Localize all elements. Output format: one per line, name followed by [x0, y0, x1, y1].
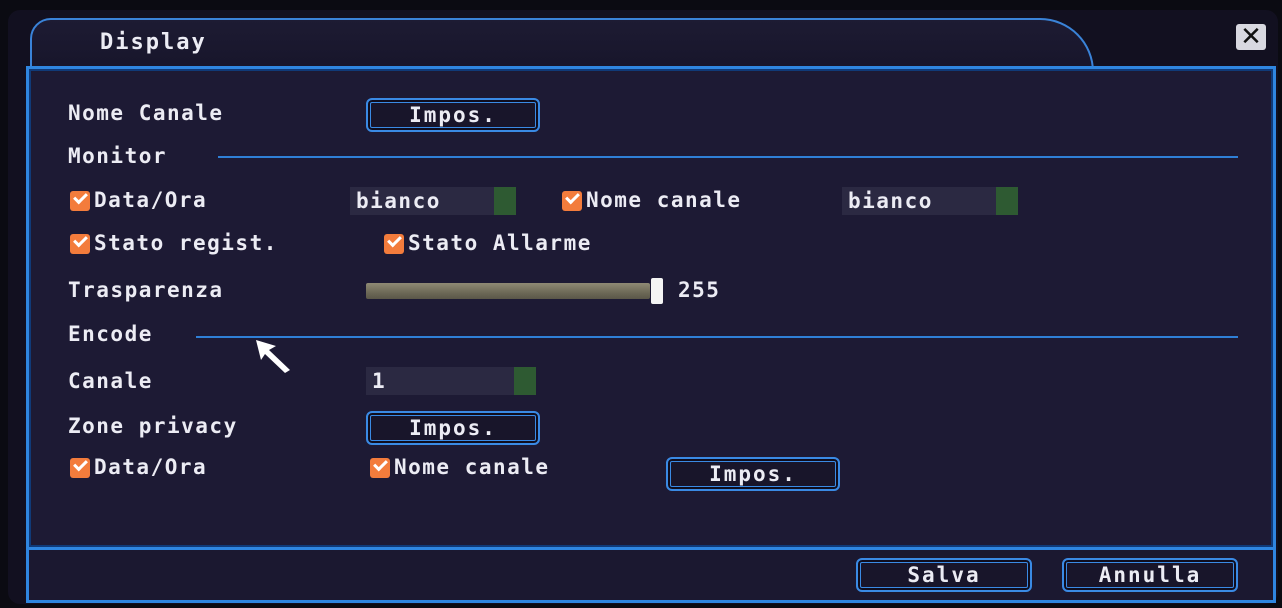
encode-channel-select[interactable]: 1: [366, 367, 536, 395]
monitor-channel-name-label: Nome canale: [586, 188, 742, 212]
dropdown-arrow-icon: [494, 187, 516, 215]
close-icon[interactable]: ✕: [1236, 24, 1266, 50]
monitor-channel-name-color-select[interactable]: bianco: [842, 187, 1018, 215]
privacy-zones-label: Zone privacy: [68, 414, 238, 438]
transparency-slider-track[interactable]: [366, 283, 650, 299]
transparency-slider-handle[interactable]: [651, 278, 663, 304]
monitor-datetime-color-select[interactable]: bianco: [350, 187, 516, 215]
mouse-pointer-icon: [256, 340, 290, 373]
alarm-status-checkbox[interactable]: [384, 234, 404, 254]
dropdown-arrow-icon: [996, 187, 1018, 215]
privacy-zones-setup-button[interactable]: Impos.: [366, 411, 540, 445]
dropdown-arrow-icon: [514, 367, 536, 395]
monitor-datetime-color-value: bianco: [356, 189, 441, 213]
encode-datetime-checkbox[interactable]: [70, 458, 90, 478]
encode-channel-name-label: Nome canale: [394, 455, 550, 479]
overlay-setup-button[interactable]: Impos.: [666, 457, 840, 491]
monitor-channel-name-color-value: bianco: [848, 189, 933, 213]
alarm-status-label: Stato Allarme: [408, 231, 592, 255]
channel-name-setup-button[interactable]: Impos.: [366, 98, 540, 132]
transparency-value: 255: [678, 278, 721, 302]
encode-channel-label: Canale: [68, 369, 153, 393]
dialog-title: Display: [100, 30, 207, 55]
monitor-channel-name-checkbox[interactable]: [562, 191, 582, 211]
cancel-button[interactable]: Annulla: [1062, 558, 1238, 592]
monitor-datetime-checkbox[interactable]: [70, 191, 90, 211]
transparency-label: Trasparenza: [68, 278, 224, 302]
encode-section-title: Encode: [68, 322, 153, 346]
settings-panel: [26, 66, 1276, 550]
save-button[interactable]: Salva: [856, 558, 1032, 592]
channel-name-label: Nome Canale: [68, 101, 224, 125]
monitor-divider: [218, 156, 1238, 158]
encode-datetime-label: Data/Ora: [94, 455, 208, 479]
encode-divider: [196, 336, 1238, 338]
monitor-datetime-label: Data/Ora: [94, 188, 208, 212]
monitor-section-title: Monitor: [68, 144, 168, 168]
record-status-label: Stato regist.: [94, 231, 278, 255]
record-status-checkbox[interactable]: [70, 234, 90, 254]
encode-channel-name-checkbox[interactable]: [370, 458, 390, 478]
encode-channel-value: 1: [372, 369, 387, 393]
